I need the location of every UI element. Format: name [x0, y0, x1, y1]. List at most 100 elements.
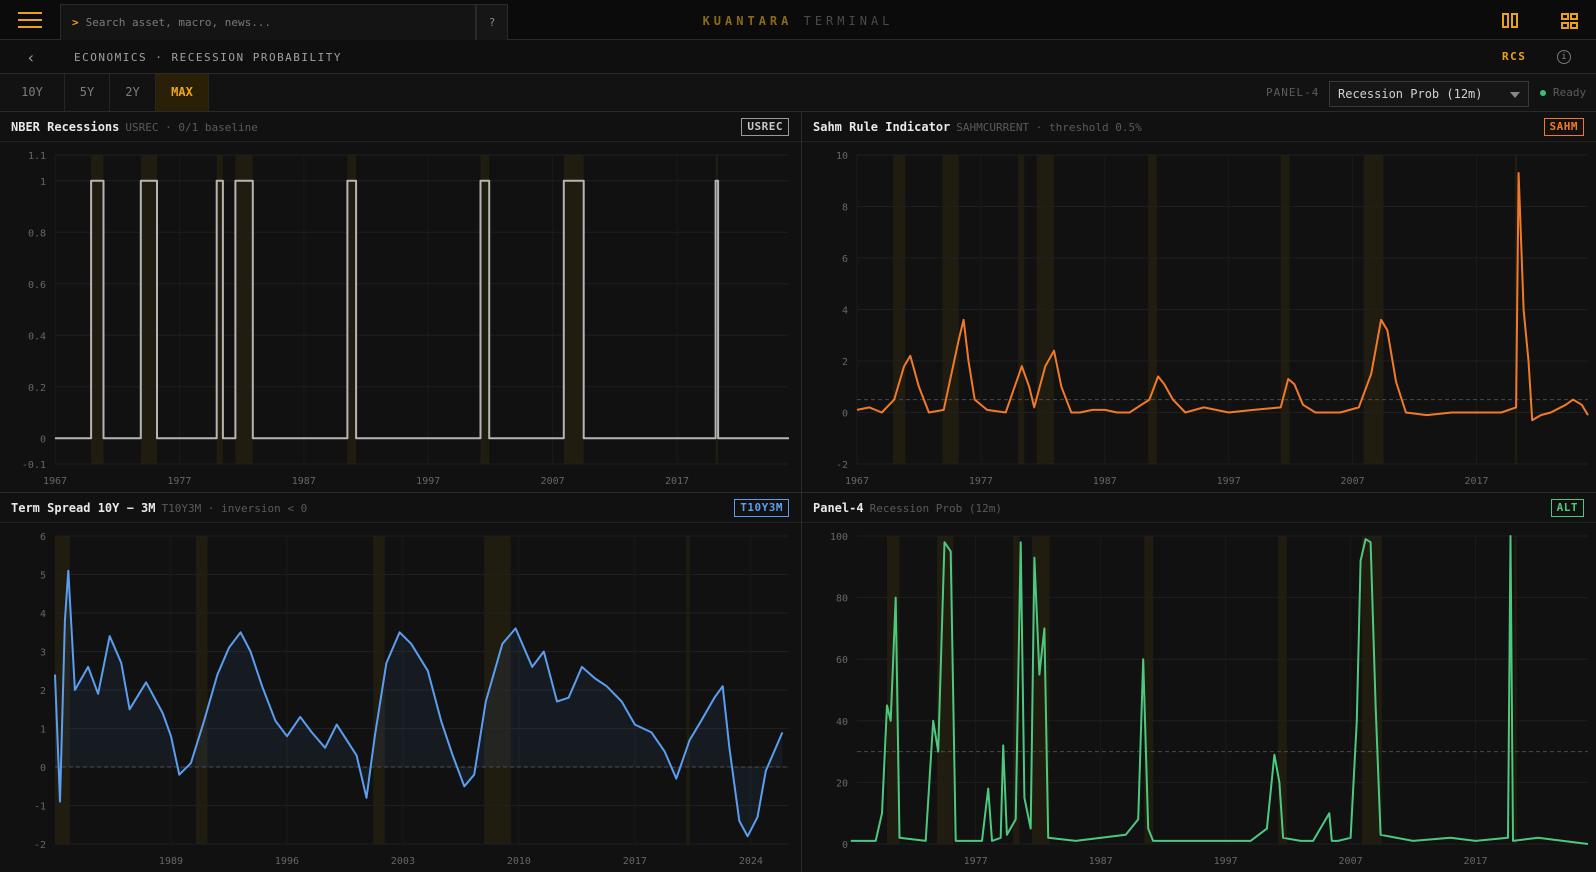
x-tick-label: 1996 [275, 856, 299, 867]
usrec-badge[interactable]: USREC [741, 118, 789, 136]
panel-title: Panel-4 Recession Prob (12m) [813, 501, 1003, 515]
y-tick-label: 10 [836, 151, 848, 162]
x-tick-label: 2007 [1341, 476, 1365, 487]
panel-title: Sahm Rule Indicator SAHMCURRENT · thresho… [813, 120, 1142, 134]
y-tick-label: -0.1 [22, 460, 46, 471]
search-box[interactable]: > [60, 4, 476, 40]
range-bar: 10Y 5Y 2Y MAX PANEL-4 Recession Prob (12… [0, 74, 1596, 112]
range-tab-2y[interactable]: 2Y [110, 74, 156, 111]
y-tick-label: 6 [40, 532, 46, 543]
top-bar: > ? KUANTARA TERMINAL [0, 0, 1596, 40]
brand-primary: KUANTARA [702, 14, 793, 28]
status-dot-icon [1540, 90, 1546, 96]
panel-selector-label: PANEL-4 [1266, 86, 1320, 99]
back-button[interactable]: ‹ [22, 48, 40, 67]
recession-prob-line [850, 535, 1589, 845]
y-tick-label: -2 [34, 840, 46, 851]
range-tab-max[interactable]: MAX [156, 74, 209, 111]
recession-band [1514, 536, 1517, 844]
y-tick-label: 0.6 [28, 280, 46, 291]
y-tick-label: 100 [830, 532, 848, 543]
panel-subtitle: T10Y3M · inversion < 0 [161, 502, 308, 515]
y-tick-label: 0 [842, 409, 848, 420]
x-tick-label: 2007 [1339, 856, 1363, 867]
help-button[interactable]: ? [476, 4, 508, 40]
search-input[interactable] [85, 16, 456, 29]
sahm-line [856, 172, 1589, 422]
recession-band [1278, 536, 1287, 844]
info-icon[interactable]: i [1557, 50, 1571, 64]
panel-select[interactable]: Recession Prob (12m) [1329, 81, 1529, 107]
y-tick-label: 80 [836, 594, 848, 605]
range-tab-10y[interactable]: 10Y [0, 74, 65, 111]
y-tick-label: 0.2 [28, 383, 46, 394]
y-tick-label: -1 [34, 802, 46, 813]
panel-header: Sahm Rule Indicator SAHMCURRENT · thresho… [802, 112, 1596, 142]
panel-header: Term Spread 10Y − 3M T10Y3M · inversion <… [0, 493, 801, 523]
y-tick-label: 1 [40, 725, 46, 736]
y-tick-label: -2 [836, 460, 848, 471]
brand-secondary: TERMINAL [803, 14, 894, 28]
y-tick-label: 4 [842, 306, 848, 317]
alt-badge[interactable]: ALT [1550, 499, 1584, 517]
y-tick-label: 2 [842, 357, 848, 368]
panel-header: Panel-4 Recession Prob (12m) ALT [802, 493, 1596, 523]
panel-subtitle: SAHMCURRENT · threshold 0.5% [956, 121, 1142, 134]
y-tick-label: 4 [40, 609, 46, 620]
panel-subtitle: USREC · 0/1 baseline [125, 121, 258, 134]
grid-layout-icon[interactable] [1561, 13, 1579, 29]
y-tick-label: 6 [842, 254, 848, 265]
sahm-badge[interactable]: SAHM [1543, 118, 1584, 136]
x-tick-label: 1967 [845, 476, 869, 487]
y-tick-label: 0.8 [28, 228, 46, 239]
panel-divider [0, 492, 1596, 493]
menu-icon[interactable] [18, 12, 42, 30]
panel-title: Term Spread 10Y − 3M T10Y3M · inversion <… [11, 501, 308, 515]
x-tick-label: 2007 [541, 476, 565, 487]
panel-recession-prob: Panel-4 Recession Prob (12m) ALT 100 80 60 4… [802, 493, 1596, 872]
recession-prob-chart: 100 80 60 40 20 0 1977 1987 1997 2007 2017 [830, 532, 1589, 867]
t10y3m-badge[interactable]: T10Y3M [734, 499, 789, 517]
x-tick-label: 1997 [1214, 856, 1238, 867]
x-tick-label: 2024 [739, 856, 763, 867]
term-spread-chart: 6 5 4 3 2 1 0 -1 -2 1989 1996 2003 2010 2017 2024 [34, 532, 789, 867]
ticker-symbol: RCS [1502, 50, 1527, 63]
panel-sahm: Sahm Rule Indicator SAHMCURRENT · thresho… [802, 112, 1596, 492]
chevron-down-icon [1510, 92, 1520, 98]
x-tick-label: 1977 [167, 476, 191, 487]
panel-subtitle: Recession Prob (12m) [869, 502, 1003, 515]
x-tick-label: 2010 [507, 856, 531, 867]
y-tick-label: 8 [842, 203, 848, 214]
prompt-icon: > [72, 16, 79, 29]
y-tick-label: 0 [40, 763, 46, 774]
panel-title: NBER Recessions USREC · 0/1 baseline [11, 120, 258, 134]
y-tick-label: 0 [842, 840, 848, 851]
recession-band [235, 155, 253, 464]
series-area [55, 570, 783, 837]
panel-term-spread: Term Spread 10Y − 3M T10Y3M · inversion <… [0, 493, 801, 872]
sahm-chart: 10 8 6 4 2 0 -2 1967 1977 1987 1997 2007 2017 [836, 151, 1589, 487]
range-tab-5y[interactable]: 5Y [65, 74, 110, 111]
breadcrumb-bar: ‹ ECONOMICS · RECESSION PROBABILITY RCS … [0, 40, 1596, 74]
x-tick-label: 2003 [391, 856, 415, 867]
x-tick-label: 2017 [1463, 856, 1487, 867]
y-tick-label: 20 [836, 778, 848, 789]
y-tick-label: 40 [836, 717, 848, 728]
recession-band [480, 155, 490, 464]
y-tick-label: 3 [40, 648, 46, 659]
x-tick-label: 1977 [969, 476, 993, 487]
x-tick-label: 1997 [416, 476, 440, 487]
x-tick-label: 1977 [964, 856, 988, 867]
usrec-chart: 1.1 1 0.8 0.6 0.4 0.2 0 -0.1 1967 1977 1987 1997 200… [22, 151, 789, 487]
x-tick-label: 1997 [1217, 476, 1241, 487]
split-layout-icon[interactable] [1502, 13, 1520, 29]
x-tick-label: 2017 [665, 476, 689, 487]
x-tick-label: 1987 [1089, 856, 1113, 867]
y-tick-label: 5 [40, 571, 46, 582]
x-tick-label: 1989 [159, 856, 183, 867]
breadcrumb: ECONOMICS · RECESSION PROBABILITY [74, 51, 343, 64]
y-tick-label: 0.4 [28, 331, 46, 342]
recession-band [347, 155, 357, 464]
y-tick-label: 2 [40, 686, 46, 697]
x-tick-label: 1987 [1093, 476, 1117, 487]
